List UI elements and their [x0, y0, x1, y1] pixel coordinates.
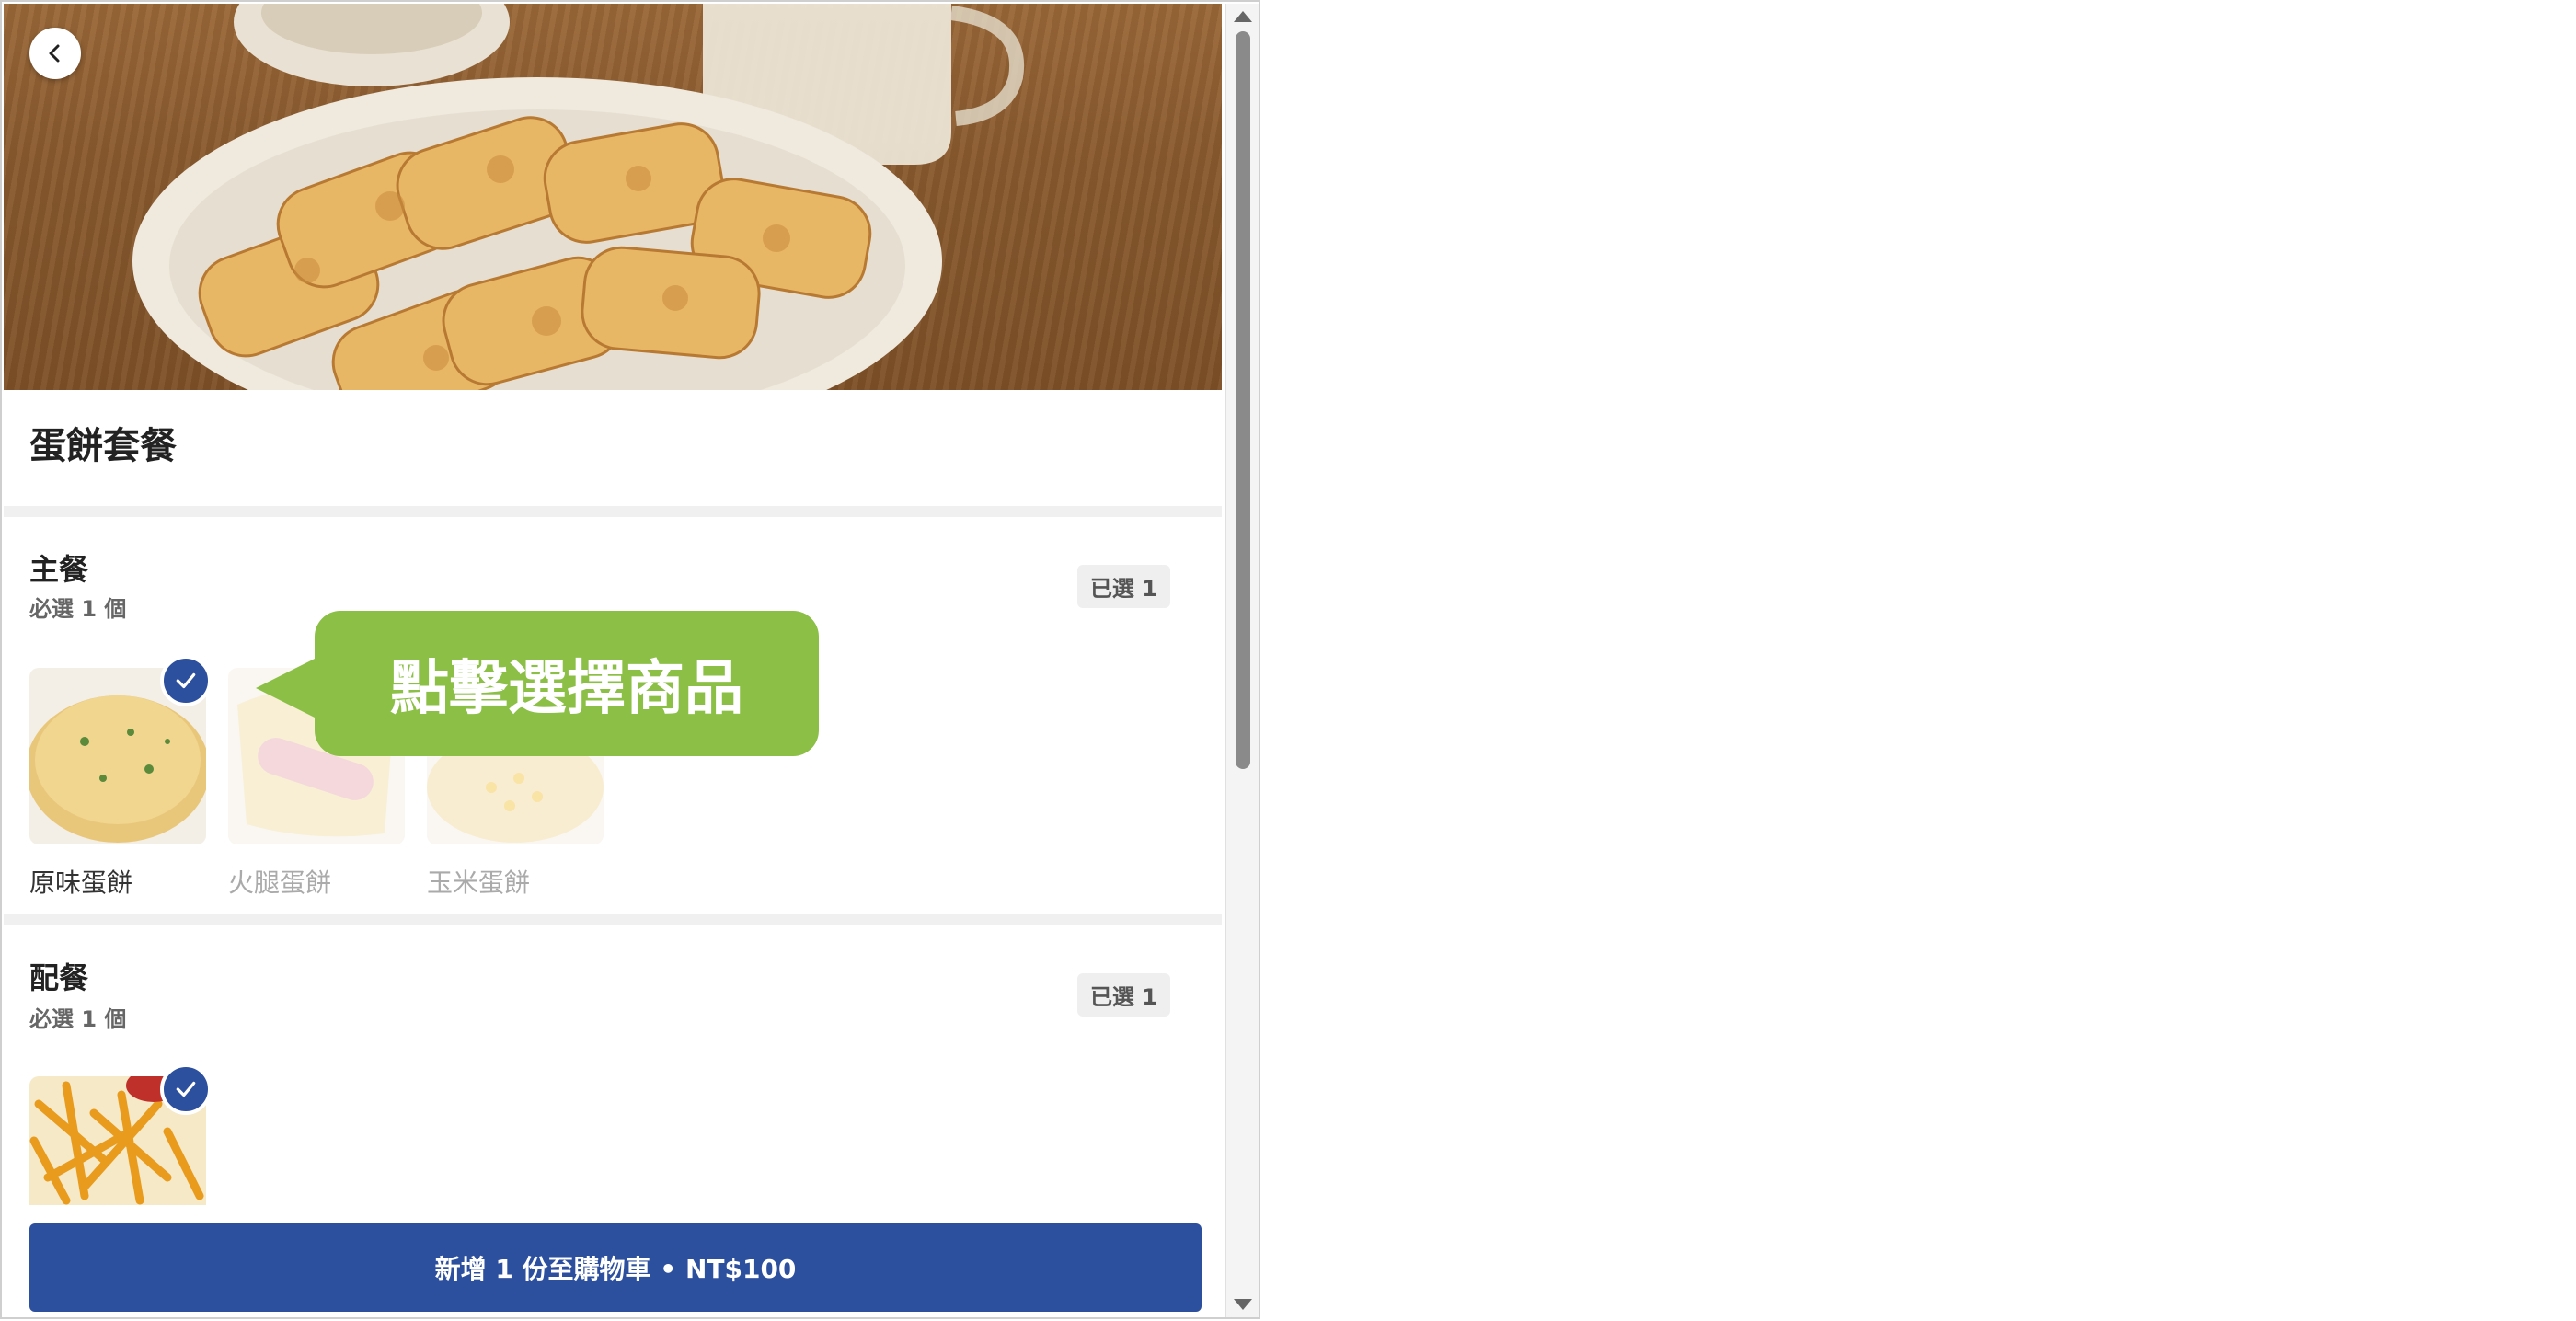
hero-illustration [132, 4, 1025, 390]
option-label: 玉米蛋餅 [427, 867, 531, 898]
product-title: 蛋餅套餐 [29, 425, 177, 467]
side-dish-selected-badge: 已選 1 [1076, 973, 1170, 1017]
main-course-selected-badge: 已選 1 [1076, 565, 1170, 608]
add-to-cart-button[interactable]: 新增 1 份至購物車 • NT$100 [29, 1223, 1202, 1312]
option-label: 火腿蛋餅 [228, 867, 332, 898]
product-detail-panel: 蛋餅套餐 主餐 必選 1 個 已選 1 原味蛋餅 火腿蛋餅 玉米蛋餅 點擊選擇商… [0, 0, 1260, 1319]
checkmark-icon [176, 1081, 196, 1097]
selected-check-badge [160, 1063, 212, 1115]
callout-pointer [256, 657, 318, 719]
selected-check-badge [160, 655, 212, 706]
section-divider [4, 506, 1222, 517]
option-label: 原味蛋餅 [29, 867, 133, 898]
scrollbar-thumb[interactable] [1236, 31, 1250, 769]
main-course-title: 主餐 [29, 552, 89, 587]
vertical-scrollbar[interactable] [1225, 4, 1259, 1317]
back-button[interactable] [29, 28, 81, 79]
hero-image [4, 4, 1222, 390]
tutorial-callout: 點擊選擇商品 [315, 611, 819, 756]
checkmark-icon [176, 672, 196, 689]
scroll-up-arrow-icon[interactable] [1234, 11, 1252, 22]
scroll-down-arrow-icon[interactable] [1234, 1299, 1252, 1310]
section-divider [4, 914, 1222, 925]
main-course-requirement: 必選 1 個 [29, 596, 127, 622]
side-dish-title: 配餐 [29, 960, 89, 995]
side-dish-requirement: 必選 1 個 [29, 1006, 127, 1032]
chevron-left-icon [49, 44, 60, 63]
